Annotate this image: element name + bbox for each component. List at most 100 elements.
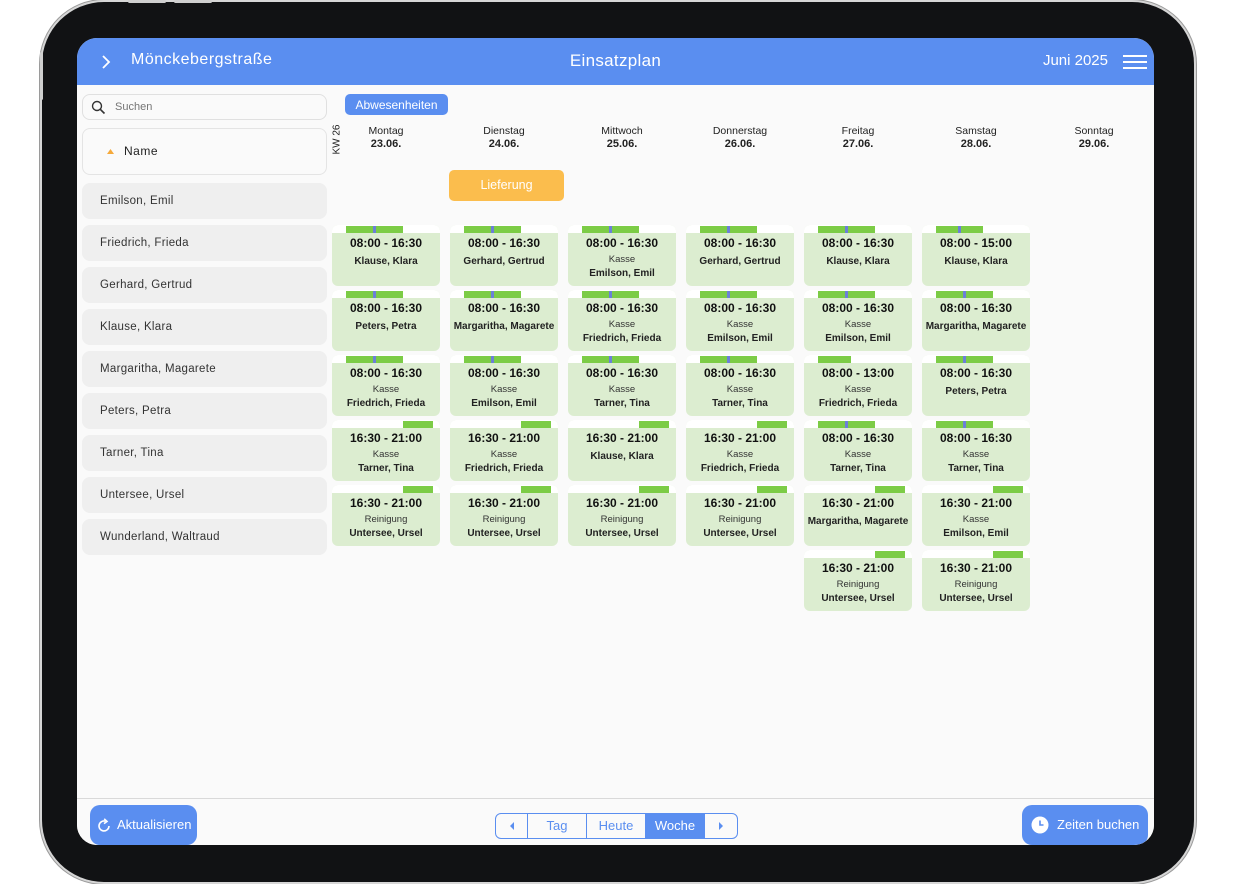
shift-timeline: [450, 355, 558, 363]
shift-role: Kasse: [608, 254, 636, 265]
shift-duration-bar: [520, 486, 552, 493]
shift-card[interactable]: 08:00 - 16:30 Klause, Klara: [804, 225, 912, 286]
shift-card[interactable]: 08:00 - 16:30 Kasse Tarner, Tina: [804, 420, 912, 481]
shift-card[interactable]: 08:00 - 16:30 Kasse Tarner, Tina: [686, 355, 794, 416]
day-header[interactable]: Donnerstag 26.06.: [686, 125, 794, 150]
shift-card[interactable]: 08:00 - 16:30 Kasse Tarner, Tina: [922, 420, 1030, 481]
day-header[interactable]: Dienstag 24.06.: [450, 125, 558, 150]
shift-timeline: [686, 355, 794, 363]
employee-row[interactable]: Emilson, Emil: [82, 183, 327, 219]
shift-card[interactable]: 08:00 - 16:30 Kasse Emilson, Emil: [568, 225, 676, 286]
day-header[interactable]: Samstag 28.06.: [922, 125, 1030, 150]
shift-time: 08:00 - 16:30: [349, 366, 423, 380]
device-side-button: [40, 52, 43, 100]
refresh-button[interactable]: Aktualisieren: [90, 805, 197, 845]
shift-card[interactable]: 08:00 - 16:30 Gerhard, Gertrud: [686, 225, 794, 286]
shift-card[interactable]: 16:30 - 21:00 Reinigung Untersee, Ursel: [450, 485, 558, 546]
clock-icon: [1031, 816, 1049, 834]
shift-role: Kasse: [608, 384, 636, 395]
shift-timeline: [568, 485, 676, 493]
search-icon: [91, 100, 106, 115]
employee-row[interactable]: Klause, Klara: [82, 309, 327, 345]
shift-card[interactable]: 16:30 - 21:00 Margaritha, Magarete: [804, 485, 912, 546]
shift-time: 08:00 - 16:30: [703, 366, 777, 380]
employee-row[interactable]: Wunderland, Waltraud: [82, 519, 327, 555]
day-date: 26.06.: [724, 138, 756, 150]
shift-card[interactable]: 16:30 - 21:00 Kasse Tarner, Tina: [332, 420, 440, 481]
page-title: Einsatzplan: [569, 51, 662, 70]
next-button[interactable]: [705, 814, 737, 838]
shift-role: Kasse: [726, 384, 754, 395]
shift-timeline: [804, 550, 912, 558]
shift-card[interactable]: 08:00 - 16:30 Kasse Emilson, Emil: [686, 290, 794, 351]
shift-card[interactable]: 08:00 - 16:30 Kasse Emilson, Emil: [804, 290, 912, 351]
shift-timeline: [450, 225, 558, 233]
shift-card[interactable]: 08:00 - 15:00 Klause, Klara: [922, 225, 1030, 286]
previous-button[interactable]: [496, 814, 528, 838]
break-marker: [958, 226, 962, 233]
break-marker: [609, 226, 613, 233]
break-marker: [845, 291, 849, 298]
shift-card[interactable]: 16:30 - 21:00 Kasse Friedrich, Frieda: [686, 420, 794, 481]
shift-employee: Gerhard, Gertrud: [699, 256, 781, 267]
shift-card[interactable]: 16:30 - 21:00 Kasse Friedrich, Frieda: [450, 420, 558, 481]
shift-timeline: [804, 290, 912, 298]
break-marker: [845, 226, 849, 233]
delivery-event[interactable]: Lieferung: [449, 170, 564, 201]
shift-card[interactable]: 16:30 - 21:00 Klause, Klara: [568, 420, 676, 481]
shift-card[interactable]: 08:00 - 16:30 Kasse Tarner, Tina: [568, 355, 676, 416]
shift-employee: Friedrich, Frieda: [818, 398, 898, 409]
shift-time: 08:00 - 16:30: [585, 366, 659, 380]
view-tab-week[interactable]: Woche: [646, 814, 705, 838]
book-times-button[interactable]: Zeiten buchen: [1022, 805, 1148, 845]
shift-role: Reinigung: [718, 514, 762, 525]
break-marker: [727, 356, 731, 363]
shift-card[interactable]: 08:00 - 16:30 Kasse Friedrich, Frieda: [332, 355, 440, 416]
shift-card[interactable]: 08:00 - 13:00 Kasse Friedrich, Frieda: [804, 355, 912, 416]
shift-card[interactable]: 16:30 - 21:00 Reinigung Untersee, Ursel: [686, 485, 794, 546]
break-marker: [491, 226, 495, 233]
shift-card[interactable]: 16:30 - 21:00 Kasse Emilson, Emil: [922, 485, 1030, 546]
shift-timeline: [922, 290, 1030, 298]
day-header[interactable]: Freitag 27.06.: [804, 125, 912, 150]
shift-employee: Peters, Petra: [945, 386, 1007, 397]
shift-time: 16:30 - 21:00: [821, 496, 895, 510]
shift-card[interactable]: 08:00 - 16:30 Peters, Petra: [332, 290, 440, 351]
shift-employee: Tarner, Tina: [948, 463, 1004, 474]
day-header[interactable]: Mittwoch 25.06.: [568, 125, 676, 150]
shift-card[interactable]: 16:30 - 21:00 Reinigung Untersee, Ursel: [568, 485, 676, 546]
shift-duration-bar: [402, 421, 434, 428]
shift-card[interactable]: 08:00 - 16:30 Margaritha, Magarete: [450, 290, 558, 351]
name-column-header[interactable]: Name: [82, 128, 327, 175]
employee-row[interactable]: Peters, Petra: [82, 393, 327, 429]
shift-card[interactable]: 08:00 - 16:30 Peters, Petra: [922, 355, 1030, 416]
view-tab-today[interactable]: Heute: [587, 814, 646, 838]
day-header[interactable]: Sonntag 29.06.: [1040, 125, 1148, 150]
shift-card[interactable]: 16:30 - 21:00 Reinigung Untersee, Ursel: [332, 485, 440, 546]
employee-row[interactable]: Margaritha, Magarete: [82, 351, 327, 387]
search-field[interactable]: [82, 94, 327, 120]
shift-time: 08:00 - 16:30: [585, 236, 659, 250]
employee-row[interactable]: Friedrich, Frieda: [82, 225, 327, 261]
break-marker: [373, 291, 377, 298]
day-header[interactable]: Montag 23.06.: [332, 125, 440, 150]
absences-button[interactable]: Abwesenheiten: [345, 94, 448, 115]
employee-row[interactable]: Tarner, Tina: [82, 435, 327, 471]
shift-card[interactable]: 08:00 - 16:30 Klause, Klara: [332, 225, 440, 286]
search-input[interactable]: [115, 98, 315, 116]
shift-card[interactable]: 08:00 - 16:30 Kasse Friedrich, Frieda: [568, 290, 676, 351]
shift-duration-bar: [874, 551, 906, 558]
shift-card[interactable]: 16:30 - 21:00 Reinigung Untersee, Ursel: [804, 550, 912, 611]
employee-row[interactable]: Gerhard, Gertrud: [82, 267, 327, 303]
view-tab-day[interactable]: Tag: [528, 814, 587, 838]
hamburger-menu-icon[interactable]: [1123, 53, 1147, 71]
shift-card[interactable]: 08:00 - 16:30 Kasse Emilson, Emil: [450, 355, 558, 416]
employee-row[interactable]: Untersee, Ursel: [82, 477, 327, 513]
shift-card[interactable]: 16:30 - 21:00 Reinigung Untersee, Ursel: [922, 550, 1030, 611]
shift-card[interactable]: 08:00 - 16:30 Gerhard, Gertrud: [450, 225, 558, 286]
shift-card[interactable]: 08:00 - 16:30 Margaritha, Magarete: [922, 290, 1030, 351]
caret-right-icon: [719, 822, 723, 830]
shift-time: 08:00 - 16:30: [821, 301, 895, 315]
shift-timeline: [568, 355, 676, 363]
shift-time: 16:30 - 21:00: [821, 561, 895, 575]
